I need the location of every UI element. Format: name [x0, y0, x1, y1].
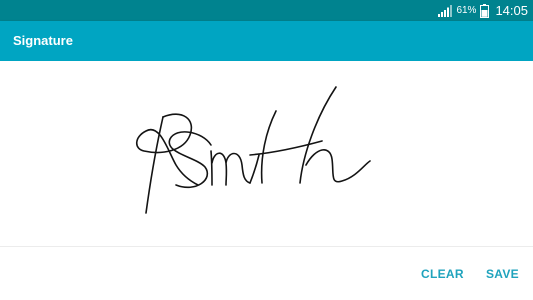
- app-bar: Signature: [0, 21, 533, 61]
- signature-stroke: [135, 86, 371, 214]
- battery-icon: [480, 3, 490, 18]
- signal-icon: [438, 4, 453, 17]
- signature-pad[interactable]: [0, 61, 533, 246]
- divider: [0, 246, 533, 247]
- status-time: 14:05: [495, 3, 528, 18]
- status-bar: 61% 14:05: [0, 0, 533, 21]
- status-indicators: 61% 14:05: [438, 0, 528, 21]
- page-title: Signature: [13, 33, 73, 48]
- clear-button[interactable]: CLEAR: [411, 258, 474, 290]
- battery-percentage: 61%: [456, 5, 477, 16]
- save-button[interactable]: SAVE: [476, 258, 529, 290]
